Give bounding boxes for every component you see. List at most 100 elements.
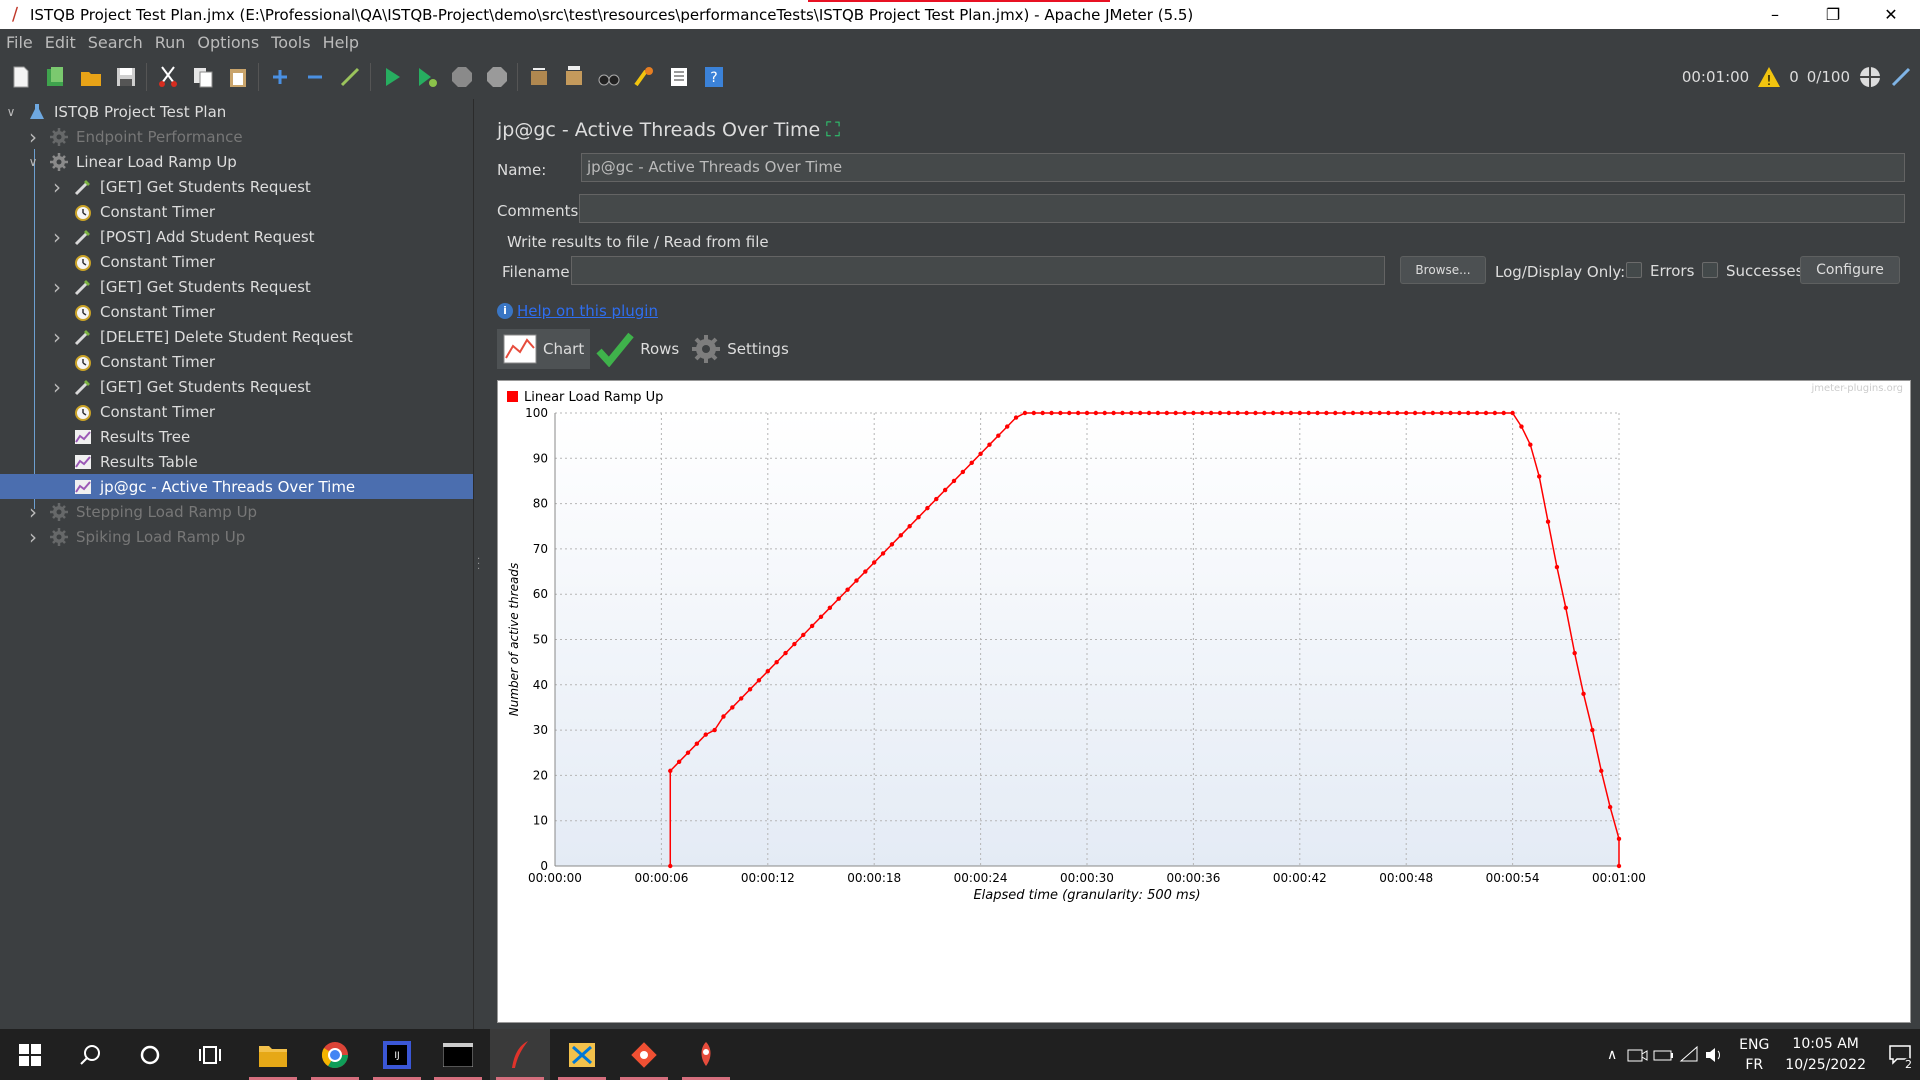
tree-item[interactable]: Constant Timer (0, 199, 473, 224)
camera-icon[interactable] (1625, 1045, 1651, 1065)
new-icon[interactable] (7, 63, 35, 91)
expand-arrow-icon[interactable]: › (50, 275, 64, 299)
task-view-button[interactable] (180, 1029, 240, 1080)
cut-icon[interactable] (154, 63, 182, 91)
start-icon[interactable] (378, 63, 406, 91)
tree-item[interactable]: Results Tree (0, 424, 473, 449)
expand-arrow-icon[interactable]: › (50, 175, 64, 199)
tab-settings[interactable]: Settings (685, 329, 795, 369)
expand-all-icon[interactable] (266, 63, 294, 91)
templates-icon[interactable] (42, 63, 70, 91)
shutdown-icon[interactable] (483, 63, 511, 91)
expand-arrow-icon[interactable]: › (26, 125, 40, 149)
collapse-all-icon[interactable] (301, 63, 329, 91)
tree-item[interactable]: › Endpoint Performance (0, 124, 473, 149)
panel-splitter[interactable]: ... (473, 99, 483, 1029)
tree-item[interactable]: Constant Timer (0, 249, 473, 274)
wifi-icon[interactable] (1677, 1045, 1703, 1065)
tab-rows[interactable]: Rows (590, 329, 685, 369)
clear-all-icon[interactable] (560, 63, 588, 91)
help-plugin-link[interactable]: Help on this plugin (517, 302, 658, 320)
reset-search-icon[interactable] (630, 63, 658, 91)
paste-icon[interactable] (224, 63, 252, 91)
help-icon[interactable]: ? (700, 63, 728, 91)
volume-icon[interactable] (1703, 1045, 1729, 1065)
clock[interactable]: 10:05 AM 10/25/2022 (1785, 1034, 1866, 1076)
tree-item[interactable]: Constant Timer (0, 399, 473, 424)
battery-icon[interactable] (1651, 1045, 1677, 1065)
menu-run[interactable]: Run (155, 33, 186, 52)
search-binoculars-icon[interactable] (595, 63, 623, 91)
tree-item[interactable]: › [GET] Get Students Request (0, 174, 473, 199)
tree-item[interactable]: › [GET] Get Students Request (0, 274, 473, 299)
tree-item[interactable]: jp@gc - Active Threads Over Time (0, 474, 473, 499)
tree-item[interactable]: › [DELETE] Delete Student Request (0, 324, 473, 349)
minimize-button[interactable]: – (1746, 0, 1804, 29)
start-no-pauses-icon[interactable] (413, 63, 441, 91)
name-field[interactable]: jp@gc - Active Threads Over Time (581, 153, 1905, 182)
menu-tools[interactable]: Tools (271, 33, 310, 52)
data-point (783, 650, 788, 656)
maximize-button[interactable]: ❐ (1804, 0, 1862, 29)
menu-help[interactable]: Help (323, 33, 359, 52)
filename-field[interactable] (571, 256, 1385, 285)
copy-icon[interactable] (189, 63, 217, 91)
data-point (1492, 410, 1498, 416)
function-helper-icon[interactable] (665, 63, 693, 91)
remote-globe-icon[interactable] (1858, 65, 1882, 89)
clear-icon[interactable] (525, 63, 553, 91)
warning-icon[interactable]: ! (1757, 66, 1781, 88)
expand-arrow-icon[interactable]: › (50, 325, 64, 349)
taskbar-chrome[interactable] (305, 1029, 365, 1080)
menu-file[interactable]: File (6, 33, 33, 52)
taskbar-jmeter[interactable] (490, 1029, 550, 1080)
notification-center-button[interactable]: 2 (1880, 1029, 1920, 1080)
search-button[interactable] (60, 1029, 120, 1080)
data-point (1058, 410, 1063, 416)
collapse-arrow-icon[interactable]: ∨ (26, 155, 40, 169)
tree-item[interactable]: Constant Timer (0, 349, 473, 374)
taskbar-snipping[interactable] (552, 1029, 612, 1080)
tab-chart[interactable]: Chart (497, 329, 591, 369)
tree-item[interactable]: ∨ Linear Load Ramp Up (0, 149, 473, 174)
language-indicator[interactable]: ENG FR (1739, 1035, 1769, 1075)
close-button[interactable]: ✕ (1862, 0, 1920, 29)
expand-arrow-icon[interactable]: › (26, 500, 40, 524)
taskbar-git[interactable] (614, 1029, 674, 1080)
expand-arrow-icon[interactable]: › (50, 375, 64, 399)
maximize-chart-icon[interactable]: ⛶ (826, 117, 840, 141)
menu-options[interactable]: Options (197, 33, 259, 52)
browse-button[interactable]: Browse... (1400, 256, 1486, 284)
data-point (1067, 410, 1072, 416)
menu-edit[interactable]: Edit (45, 33, 76, 52)
taskbar-intellij[interactable]: IJ (367, 1029, 427, 1080)
toggle-icon[interactable] (336, 63, 364, 91)
tree-item[interactable]: › Spiking Load Ramp Up (0, 524, 473, 549)
start-button[interactable] (0, 1029, 60, 1080)
taskbar-postman[interactable] (676, 1029, 736, 1080)
tree-item[interactable]: Results Table (0, 449, 473, 474)
taskbar-terminal[interactable] (428, 1029, 488, 1080)
tree-item[interactable]: Constant Timer (0, 299, 473, 324)
save-icon[interactable] (112, 63, 140, 91)
expand-arrow-icon[interactable]: › (50, 225, 64, 249)
menu-search[interactable]: Search (88, 33, 143, 52)
x-tick-label: 00:00:12 (741, 871, 795, 885)
successes-checkbox[interactable] (1702, 262, 1718, 278)
stop-icon[interactable] (448, 63, 476, 91)
open-icon[interactable] (77, 63, 105, 91)
tree-item[interactable]: › [POST] Add Student Request (0, 224, 473, 249)
taskbar-file-explorer[interactable] (243, 1029, 303, 1080)
expand-arrow-icon[interactable]: › (26, 525, 40, 549)
errors-checkbox[interactable] (1626, 262, 1642, 278)
cortana-button[interactable] (120, 1029, 180, 1080)
tree-item[interactable]: › [GET] Get Students Request (0, 374, 473, 399)
chevron-up-icon[interactable]: ∧ (1599, 1047, 1625, 1063)
collapse-arrow-icon[interactable]: ∨ (4, 105, 18, 119)
tree-item[interactable]: › Stepping Load Ramp Up (0, 499, 473, 524)
data-point (1297, 410, 1302, 416)
tree-root[interactable]: ∨ ISTQB Project Test Plan (0, 99, 473, 124)
log-viewer-icon[interactable] (1890, 66, 1912, 88)
configure-button[interactable]: Configure (1800, 256, 1900, 284)
comments-field[interactable] (579, 194, 1905, 223)
